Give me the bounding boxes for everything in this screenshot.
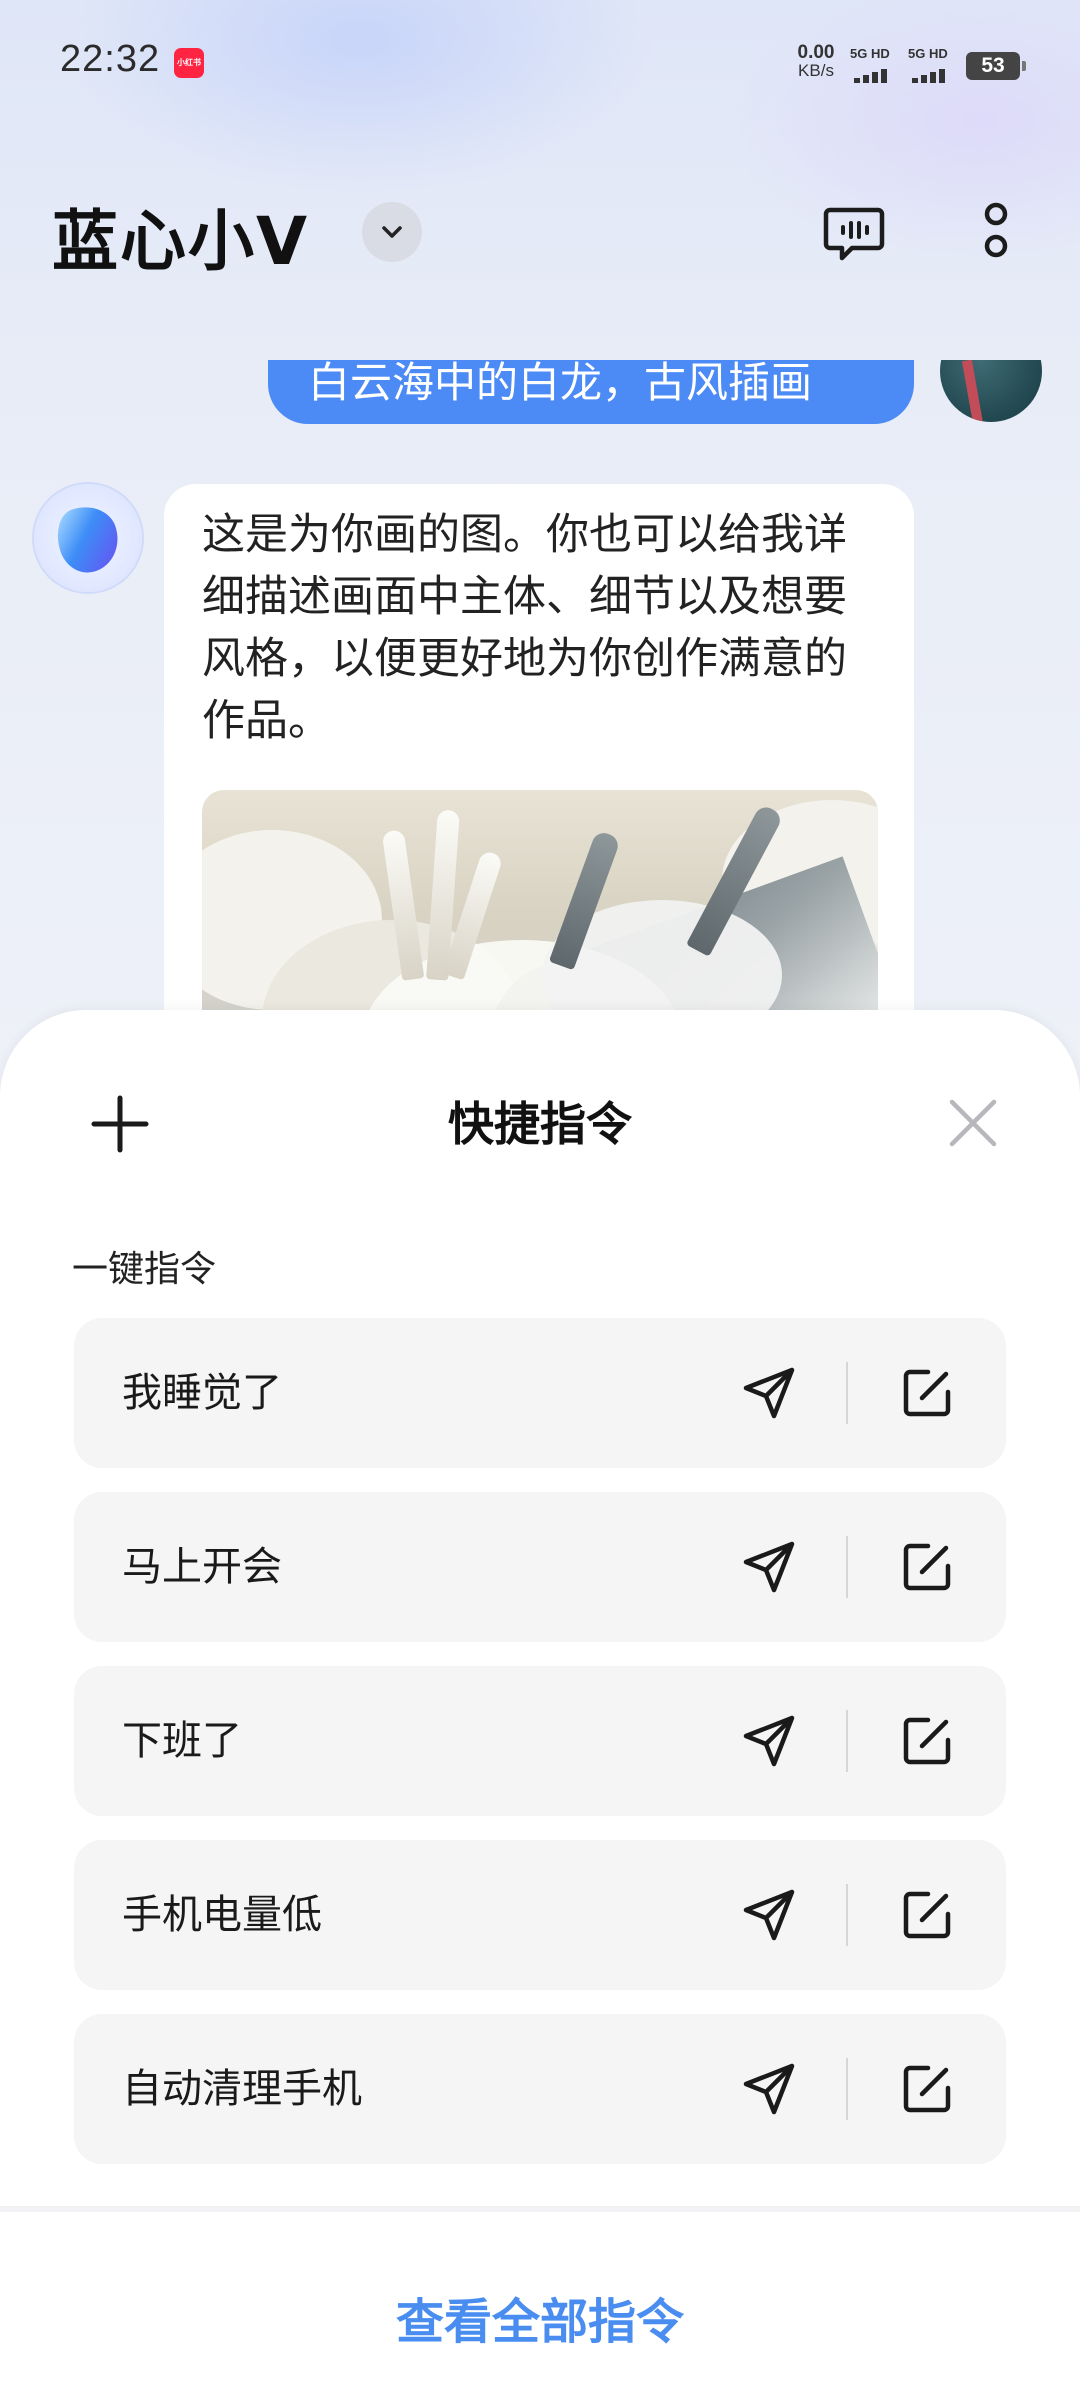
send-icon — [743, 1715, 795, 1767]
command-item[interactable]: 手机电量低 — [74, 1840, 1006, 1990]
generated-dragon-image[interactable] — [202, 790, 878, 1010]
more-options-button[interactable] — [968, 196, 1024, 268]
quick-commands-sheet: 快捷指令 一键指令 我睡觉了 马上开会 下班了 手机电量低 自动清理手机 查看全… — [0, 1010, 1080, 2392]
command-label: 手机电量低 — [122, 1892, 322, 1938]
divider — [846, 1710, 848, 1772]
command-item[interactable]: 我睡觉了 — [74, 1318, 1006, 1468]
sim1-label: 5G HD — [850, 46, 890, 61]
chevron-down-icon — [382, 226, 402, 238]
sim2-label: 5G HD — [908, 46, 948, 61]
send-icon — [743, 1367, 795, 1419]
command-item[interactable]: 自动清理手机 — [74, 2014, 1006, 2164]
user-message-text: 白云海中的白龙，古风插画 — [308, 360, 813, 407]
sim1-signal-icon: 5G HD — [850, 46, 904, 83]
edit-command-button[interactable] — [898, 1886, 956, 1944]
assistant-message-bubble[interactable]: 这是为你画的图。你也可以给我详细描述画面中主体、细节以及想要风格，以便更好地为你… — [164, 484, 914, 1010]
run-command-button[interactable] — [738, 1710, 800, 1772]
run-command-button[interactable] — [738, 1362, 800, 1424]
network-speed-unit: KB/s — [798, 61, 834, 80]
network-speed-value: 0.00 — [797, 42, 835, 63]
divider — [846, 1362, 848, 1424]
assistant-avatar — [34, 484, 142, 592]
sim2-signal-icon: 5G HD — [908, 46, 962, 83]
send-icon — [743, 1541, 795, 1593]
command-item[interactable]: 下班了 — [74, 1666, 1006, 1816]
chat-area[interactable]: 白云海中的白龙，古风插画 这是为你画的图。你也可以给我详细描述画面中主体、细节以… — [0, 360, 1080, 1010]
edit-icon — [903, 2065, 951, 2113]
assistant-logo-icon — [49, 498, 127, 580]
edit-command-button[interactable] — [898, 2060, 956, 2118]
run-command-button[interactable] — [738, 1884, 800, 1946]
user-message-bubble[interactable]: 白云海中的白龙，古风插画 — [268, 360, 914, 424]
command-item[interactable]: 马上开会 — [74, 1492, 1006, 1642]
edit-icon — [903, 1891, 951, 1939]
edit-icon — [903, 1543, 951, 1591]
command-label: 自动清理手机 — [122, 2066, 362, 2112]
user-avatar[interactable] — [940, 360, 1042, 422]
assistant-message-text: 这是为你画的图。你也可以给我详细描述画面中主体、细节以及想要风格，以便更好地为你… — [202, 510, 847, 746]
run-command-button[interactable] — [738, 1536, 800, 1598]
page-title: 蓝心小V — [52, 203, 310, 280]
status-bar: 22:32 小红书 0.00 KB/s 5G HD 5G HD 53 — [0, 0, 1080, 130]
command-label: 马上开会 — [122, 1544, 282, 1590]
sheet-title: 快捷指令 — [448, 1097, 632, 1151]
assistant-switch-button[interactable] — [362, 202, 422, 262]
divider — [846, 1884, 848, 1946]
view-all-commands-button[interactable]: 查看全部指令 — [0, 2282, 1080, 2352]
chat-history-button[interactable] — [822, 200, 886, 264]
run-command-button[interactable] — [738, 2058, 800, 2120]
send-icon — [743, 1889, 795, 1941]
divider — [846, 2058, 848, 2120]
command-label: 下班了 — [122, 1718, 242, 1764]
section-label-one-tap: 一键指令 — [72, 1249, 217, 1290]
battery-icon: 53 — [966, 52, 1026, 80]
more-vertical-icon — [984, 202, 1008, 258]
edit-icon — [903, 1369, 951, 1417]
edit-icon — [903, 1717, 951, 1765]
edit-command-button[interactable] — [898, 1712, 956, 1770]
sheet-footer: 查看全部指令 — [0, 2206, 1080, 2392]
status-time: 22:32 — [60, 38, 161, 80]
edit-command-button[interactable] — [898, 1364, 956, 1422]
edit-command-button[interactable] — [898, 1538, 956, 1596]
close-sheet-button[interactable] — [940, 1090, 1006, 1156]
command-label: 我睡觉了 — [122, 1370, 282, 1416]
network-speed: 0.00 KB/s — [790, 42, 842, 80]
divider — [846, 1536, 848, 1598]
close-icon — [949, 1099, 997, 1147]
notification-app-icon: 小红书 — [174, 48, 204, 78]
chat-bubble-icon — [823, 207, 885, 261]
command-list: 我睡觉了 马上开会 下班了 手机电量低 自动清理手机 — [74, 1318, 1006, 2188]
send-icon — [743, 2063, 795, 2115]
